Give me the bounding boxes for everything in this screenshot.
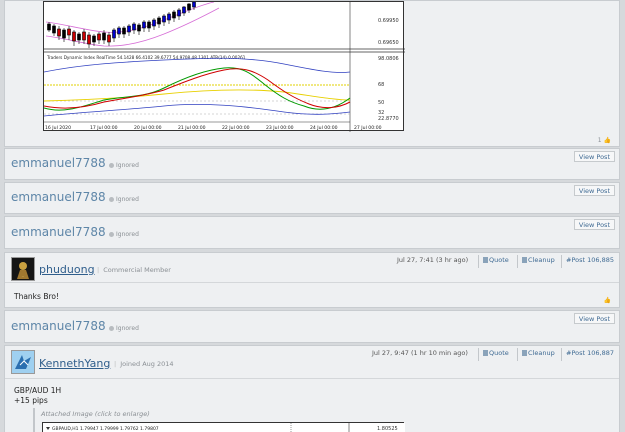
cleanup-button[interactable]: Cleanup: [522, 348, 555, 359]
quote-button[interactable]: Quote: [483, 348, 509, 359]
attached-chart-thumbnail[interactable]: GBPAUD,H1 1.79947 1.79999 1.79762 1.7980…: [42, 422, 405, 432]
ignored-label: Ignored: [116, 196, 139, 203]
chart-svg: GBPAUD,H1 1.79947 1.79999 1.79762 1.7980…: [43, 423, 405, 432]
cleanup-icon: [522, 350, 527, 356]
ignored-status: Ignored: [109, 325, 139, 332]
divider: [561, 348, 562, 361]
username-link[interactable]: emmanuel7788: [11, 225, 106, 239]
post-number-link[interactable]: #Post 106,885: [566, 255, 614, 266]
avatar[interactable]: [11, 350, 35, 374]
post-body-line: +15 pips: [14, 396, 48, 405]
quote-label: Quote: [489, 256, 509, 264]
indicator-tick-label: 98.0806: [378, 56, 399, 62]
like-count: 1: [597, 137, 602, 144]
date-tick-label: 20 Jul 00:00: [134, 125, 162, 131]
quote-icon: [483, 257, 488, 263]
ignored-label: Ignored: [116, 231, 139, 238]
svg-text:~: ~: [22, 275, 25, 279]
quote-label: Quote: [489, 349, 509, 357]
attached-image-caption[interactable]: Attached Image (click to enlarge): [41, 410, 150, 418]
member-joined: Joined Aug 2014: [114, 360, 173, 368]
divider: [478, 348, 479, 361]
quote-icon: [483, 350, 488, 356]
post-number-label: Post 106,887: [571, 349, 614, 357]
cleanup-label: Cleanup: [528, 256, 555, 264]
ignored-post: emmanuel7788 Ignored View Post: [4, 148, 620, 180]
price-tick-label: 1.80525: [377, 426, 398, 432]
price-tick-label: 0.69950: [378, 18, 399, 24]
ignored-label: Ignored: [116, 162, 139, 169]
date-tick-label: 23 Jul 00:00: [266, 125, 294, 131]
divider: [478, 255, 479, 268]
indicator-tick-label: 50: [378, 100, 384, 106]
date-tick-label: 16 Jul 2020: [45, 125, 71, 131]
chart-header: GBPAUD,H1 1.79947 1.79999 1.79762 1.7980…: [52, 426, 159, 432]
cleanup-icon: [522, 257, 527, 263]
quote-button[interactable]: Quote: [483, 255, 509, 266]
indicator-tick-label: 22.8770: [378, 116, 399, 122]
post-number-link[interactable]: #Post 106,887: [566, 348, 614, 359]
date-tick-label: 24 Jul 00:00: [310, 125, 338, 131]
indicator-tick-label: 68: [378, 82, 384, 88]
previous-post-chart-panel: 0.69950 0.69650 Traders Dynamic Index Re…: [4, 0, 620, 147]
divider: [517, 255, 518, 268]
cleanup-button[interactable]: Cleanup: [522, 255, 555, 266]
thumbs-up-icon: 👍: [603, 137, 611, 144]
username-link[interactable]: KennethYang: [39, 357, 110, 370]
ignored-post: emmanuel7788 Ignored View Post: [4, 310, 620, 343]
cleanup-label: Cleanup: [528, 349, 555, 357]
ignored-label: Ignored: [116, 325, 139, 332]
date-tick-label: 27 Jul 00:00: [354, 125, 382, 131]
attachment-block: [33, 408, 35, 432]
chart-svg: 0.69950 0.69650 Traders Dynamic Index Re…: [43, 1, 405, 132]
ignored-status: Ignored: [109, 231, 139, 238]
view-post-button[interactable]: View Post: [573, 185, 615, 196]
post-body: Thanks Bro!: [14, 292, 59, 301]
indicator-header: Traders Dynamic Index RealTime 54.1428 6…: [46, 55, 246, 60]
divider: [517, 348, 518, 361]
username-link[interactable]: emmanuel7788: [11, 190, 106, 204]
ignored-icon: [109, 232, 114, 237]
attached-chart[interactable]: 0.69950 0.69650 Traders Dynamic Index Re…: [43, 1, 405, 132]
divider: [561, 255, 562, 268]
post-timestamp: Jul 27, 7:41 (3 hr ago): [397, 256, 469, 264]
ignored-status: Ignored: [109, 162, 139, 169]
ignored-post: emmanuel7788 Ignored View Post: [4, 182, 620, 214]
post-number-label: Post 106,885: [571, 256, 614, 264]
ignored-post: emmanuel7788 Ignored View Post: [4, 216, 620, 249]
ignored-icon: [109, 197, 114, 202]
username-link[interactable]: phuduong: [39, 263, 95, 276]
avatar-image: [12, 351, 34, 373]
like-counter[interactable]: 1 👍: [598, 137, 611, 144]
post-kennethyang: KennethYang Joined Aug 2014 Jul 27, 9:47…: [4, 345, 620, 432]
post-timestamp: Jul 27, 9:47 (1 hr 10 min ago): [372, 349, 468, 357]
view-post-button[interactable]: View Post: [573, 151, 615, 162]
username-link[interactable]: emmanuel7788: [11, 156, 106, 170]
ignored-status: Ignored: [109, 196, 139, 203]
post-header: ~ phuduong Commercial Member Jul 27, 7:4…: [5, 253, 619, 283]
date-tick-label: 21 Jul 00:00: [178, 125, 206, 131]
view-post-button[interactable]: View Post: [573, 313, 615, 324]
avatar-image: ~: [12, 258, 34, 280]
member-role: Commercial Member: [97, 266, 171, 274]
price-tick-label: 0.69650: [378, 40, 399, 46]
post-phuduong: ~ phuduong Commercial Member Jul 27, 7:4…: [4, 252, 620, 308]
thumbs-up-icon[interactable]: 👍: [604, 297, 611, 304]
view-post-button[interactable]: View Post: [573, 219, 615, 230]
date-tick-label: 22 Jul 00:00: [222, 125, 250, 131]
ignored-icon: [109, 326, 114, 331]
date-tick-label: 17 Jul 00:00: [90, 125, 118, 131]
ignored-icon: [109, 163, 114, 168]
username-link[interactable]: emmanuel7788: [11, 319, 106, 333]
avatar[interactable]: ~: [11, 257, 35, 281]
post-header: KennethYang Joined Aug 2014 Jul 27, 9:47…: [5, 346, 619, 379]
post-body-line: GBP/AUD 1H: [14, 386, 62, 395]
